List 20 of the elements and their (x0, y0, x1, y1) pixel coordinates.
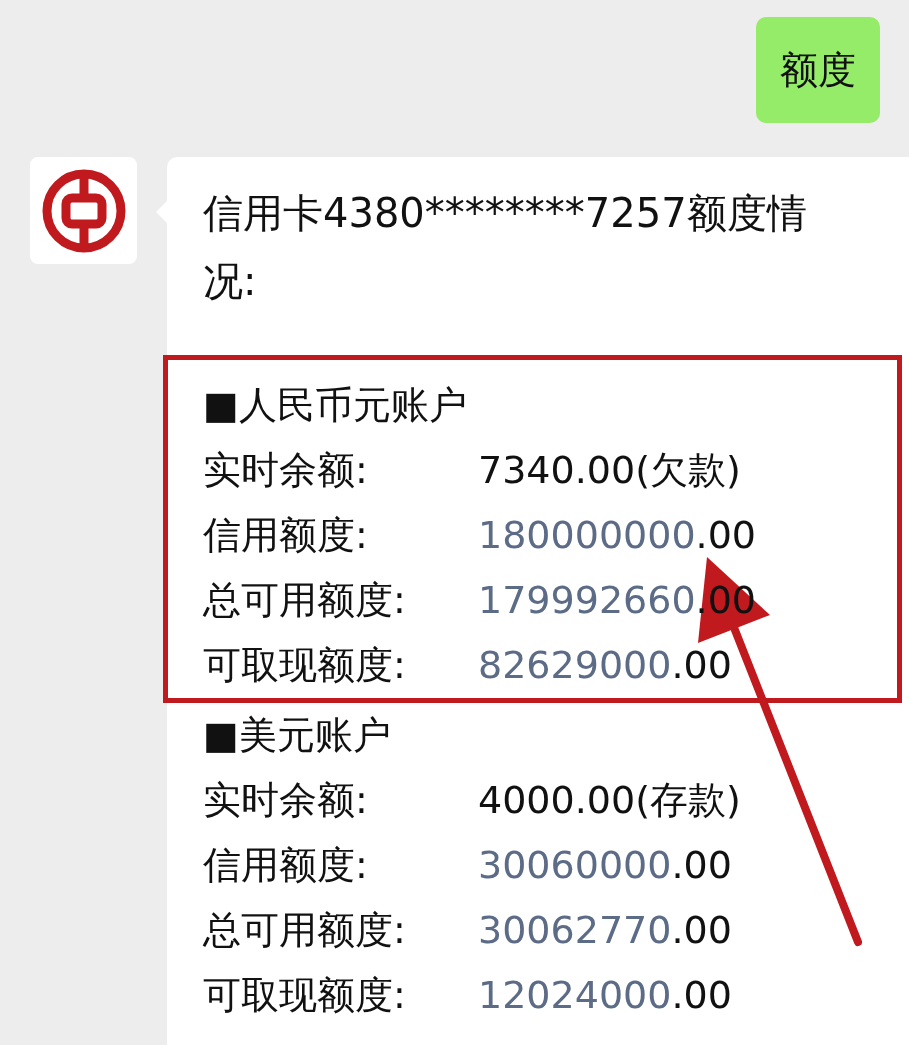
amount-value: 7340.00(欠款) (478, 447, 741, 494)
field-label: 信用额度: (203, 512, 369, 559)
bank-logo-icon[interactable] (30, 157, 137, 264)
field-label: 总可用额度: (203, 577, 407, 624)
amount-value: 30060000.00 (478, 842, 732, 889)
field-label: 实时余额: (203, 447, 369, 494)
message-text: 信用卡4380********7257额度情况: (203, 189, 808, 306)
account-header: ■美元账户 (203, 712, 392, 759)
amount-value: 30062770.00 (478, 907, 732, 954)
field-label: 总可用额度: (203, 907, 407, 954)
message-bubble: 额度 (756, 17, 880, 123)
amount-value: 180000000.00 (478, 512, 757, 559)
account-header: ■人民币元账户 (203, 382, 468, 429)
field-label: 可取现额度: (203, 972, 407, 1019)
field-label: 实时余额: (203, 777, 369, 824)
field-label: 可取现额度: (203, 642, 407, 689)
amount-value: 82629000.00 (478, 642, 732, 689)
amount-value: 4000.00(存款) (478, 777, 741, 824)
amount-value: 12024000.00 (478, 972, 732, 1019)
field-label: 信用额度: (203, 842, 369, 889)
